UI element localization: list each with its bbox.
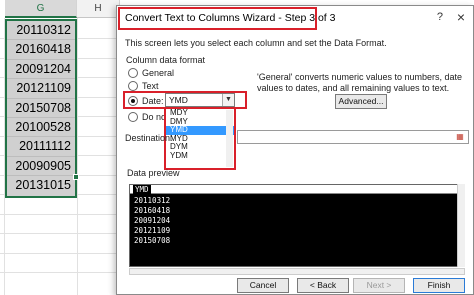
preview-column-format: YMD [133, 185, 151, 194]
preview-rows: 20110312 20160418 20091204 20121109 2015… [134, 196, 170, 246]
gridline [0, 214, 120, 215]
help-icon[interactable]: ? [437, 11, 443, 23]
radio-skip[interactable]: Do not [128, 110, 169, 123]
date-format-dropdown[interactable]: MDY DMY YMD MYD DYM YDM [164, 107, 236, 170]
column-format-group-title: Column data format [126, 55, 206, 65]
preview-header: YMD [130, 185, 464, 194]
next-button[interactable]: Next > [353, 278, 405, 293]
date-format-value: YMD [169, 95, 188, 105]
radio-skip-circle[interactable] [128, 111, 138, 122]
dialog-title: Convert Text to Columns Wizard - Step 3 … [125, 12, 336, 24]
radio-text-label: Text [142, 80, 159, 91]
destination-input[interactable]: ▦ [237, 130, 469, 144]
cell-g6[interactable]: 20100528 [7, 117, 75, 138]
intro-text: This screen lets you select each column … [125, 38, 387, 48]
data-preview[interactable]: YMD 20110312 20160418 20091204 20121109 … [129, 184, 465, 267]
data-preview-label: Data preview [127, 168, 180, 178]
gridline [0, 253, 120, 254]
preview-row: 20110312 [134, 196, 171, 205]
preview-row: 20160418 [134, 206, 171, 215]
close-icon[interactable]: × [457, 9, 465, 25]
column-header-h[interactable]: H [77, 0, 120, 18]
dialog-titlebar[interactable]: Convert Text to Columns Wizard - Step 3 … [117, 6, 473, 30]
collapse-dialog-icon[interactable]: ▦ [454, 132, 466, 142]
cell-g3[interactable]: 20091204 [7, 59, 75, 80]
dropdown-scrollbar[interactable] [226, 110, 233, 167]
cell-g7[interactable]: 20111112 [7, 137, 75, 157]
radio-general-circle[interactable] [128, 67, 138, 78]
cancel-button[interactable]: Cancel [237, 278, 289, 293]
gridline [0, 233, 120, 234]
preview-row: 20091204 [134, 216, 171, 225]
chevron-down-icon[interactable]: ▼ [222, 94, 234, 106]
preview-horizontal-scrollbar[interactable] [129, 268, 465, 275]
selected-range[interactable]: 20110312 20160418 20091204 20121109 2015… [5, 19, 77, 198]
general-description: 'General' converts numeric values to num… [257, 72, 463, 93]
date-option[interactable]: YDM [166, 151, 234, 161]
text-to-columns-dialog: Convert Text to Columns Wizard - Step 3 … [116, 5, 474, 295]
spreadsheet: G H 20110312 20160418 20091204 20121109 … [0, 0, 120, 295]
column-header-g[interactable]: G [5, 0, 77, 18]
radio-text-circle[interactable] [128, 80, 138, 91]
cell-g1[interactable]: 20110312 [7, 21, 75, 41]
date-format-select[interactable]: YMD ▼ [165, 93, 235, 107]
back-button[interactable]: < Back [297, 278, 349, 293]
cell-g9[interactable]: 20131015 [7, 176, 75, 196]
advanced-button[interactable]: Advanced... [335, 94, 387, 109]
cell-g4[interactable]: 20121109 [7, 79, 75, 99]
radio-general-label: General [142, 67, 175, 78]
preview-row: 20150708 [134, 236, 171, 245]
gridline [0, 272, 120, 273]
radio-date-circle[interactable] [128, 95, 138, 106]
cell-g8[interactable]: 20090905 [7, 156, 75, 177]
radio-general[interactable]: General [128, 66, 174, 79]
preview-row: 20121109 [134, 226, 171, 235]
cell-g2[interactable]: 20160418 [7, 40, 75, 60]
destination-label: Destination: [125, 133, 173, 143]
preview-vertical-scrollbar[interactable] [457, 184, 465, 267]
fill-handle[interactable] [73, 174, 79, 180]
radio-date-label: Date: [142, 95, 164, 106]
cell-g5[interactable]: 20150708 [7, 98, 75, 118]
finish-button[interactable]: Finish [413, 278, 465, 293]
radio-date[interactable]: Date: [128, 94, 164, 107]
